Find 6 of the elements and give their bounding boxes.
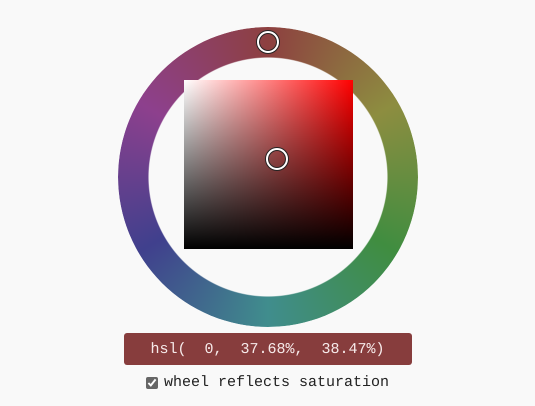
- checkbox-label: wheel reflects saturation: [164, 374, 390, 391]
- hue-handle[interactable]: [257, 31, 279, 53]
- saturation-value-square[interactable]: [184, 80, 353, 249]
- color-value-readout: hsl( 0, 37.68%, 38.47%): [124, 333, 412, 365]
- checkbox[interactable]: [146, 376, 158, 388]
- color-handle[interactable]: [266, 148, 288, 170]
